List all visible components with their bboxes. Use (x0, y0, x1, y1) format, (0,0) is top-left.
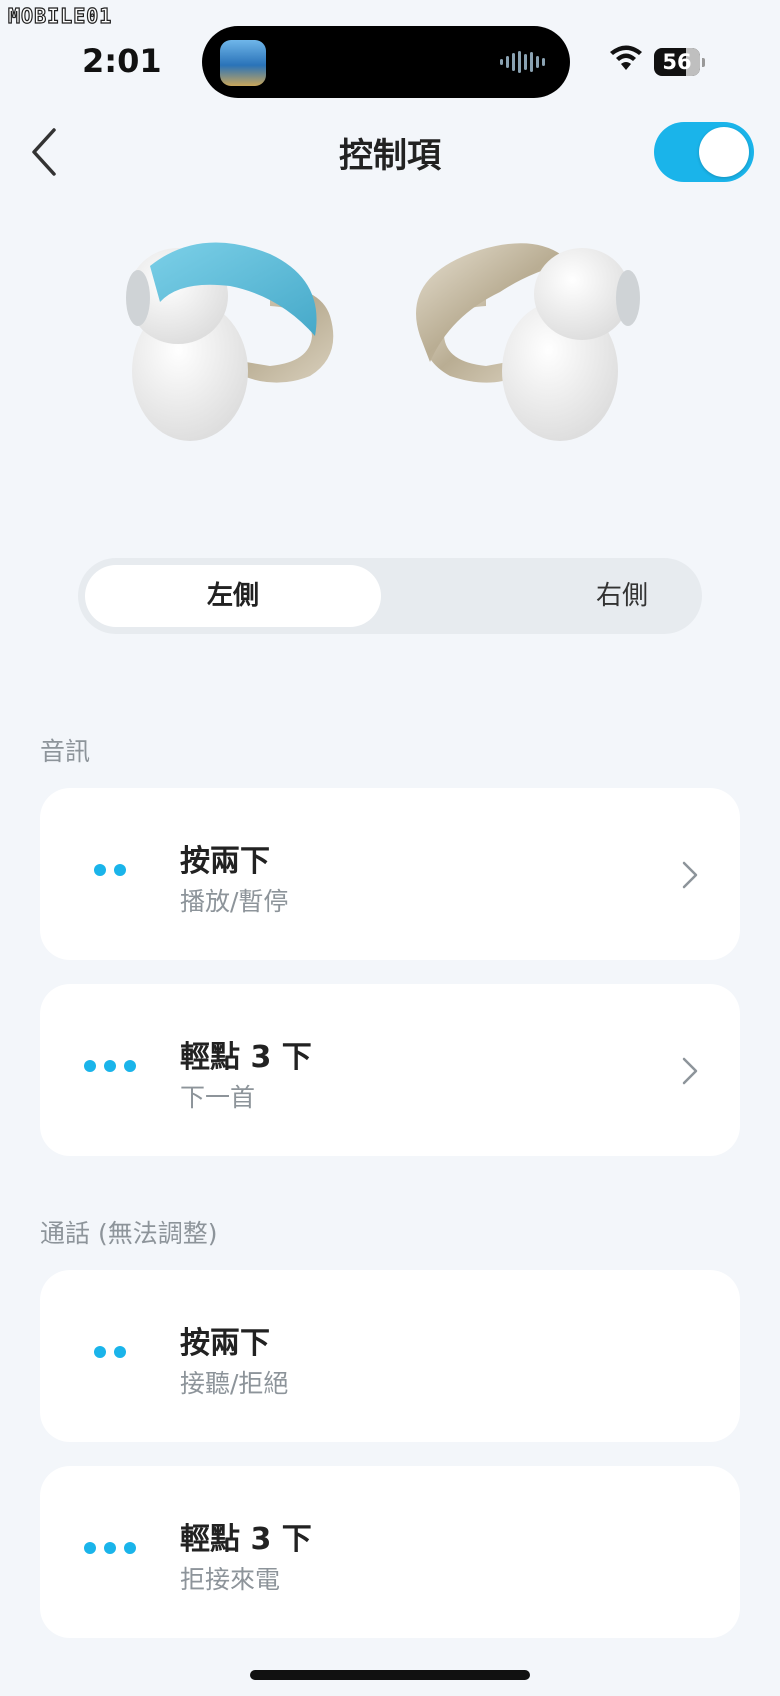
triple-dot-icon (84, 1060, 136, 1072)
chevron-right-icon (682, 861, 698, 889)
double-dot-icon (94, 864, 126, 876)
watermark-logo: MOBILE01 (7, 3, 113, 28)
gesture-action: 接聽/拒絕 (180, 1369, 289, 1398)
controls-enable-toggle[interactable] (654, 122, 754, 182)
gesture-title: 輕點 3 下 (180, 1522, 312, 1557)
double-dot-icon (94, 1346, 126, 1358)
side-selector: 左側 右側 (78, 558, 702, 634)
battery-icon: 56 (654, 48, 705, 76)
call-double-press-item: 按兩下 接聽/拒絕 (40, 1270, 740, 1442)
status-time: 2:01 (82, 42, 162, 80)
gesture-action: 拒接來電 (180, 1565, 281, 1594)
live-activity-app-icon (220, 40, 266, 86)
gesture-title: 按兩下 (180, 844, 270, 879)
wifi-icon (610, 45, 642, 70)
audio-triple-tap-item[interactable]: 輕點 3 下 下一首 (40, 984, 740, 1156)
chevron-right-icon (682, 1057, 698, 1085)
call-triple-tap-item: 輕點 3 下 拒接來電 (40, 1466, 740, 1638)
section-label-audio: 音訊 (40, 737, 91, 766)
gesture-action: 下一首 (180, 1083, 256, 1112)
home-indicator[interactable] (250, 1670, 530, 1680)
tab-left-side[interactable]: 左側 (85, 565, 381, 627)
tab-right-side[interactable]: 右側 (474, 565, 770, 627)
audio-wave-icon (500, 50, 548, 74)
section-label-calls: 通話 (無法調整) (40, 1219, 218, 1248)
triple-dot-icon (84, 1542, 136, 1554)
toggle-knob (699, 127, 749, 177)
earbuds-image (126, 242, 640, 441)
gesture-title: 輕點 3 下 (180, 1040, 312, 1075)
gesture-title: 按兩下 (180, 1326, 270, 1361)
dynamic-island[interactable] (202, 26, 570, 98)
audio-double-press-item[interactable]: 按兩下 播放/暫停 (40, 788, 740, 960)
battery-level: 56 (662, 50, 692, 74)
gesture-action: 播放/暫停 (180, 887, 289, 916)
